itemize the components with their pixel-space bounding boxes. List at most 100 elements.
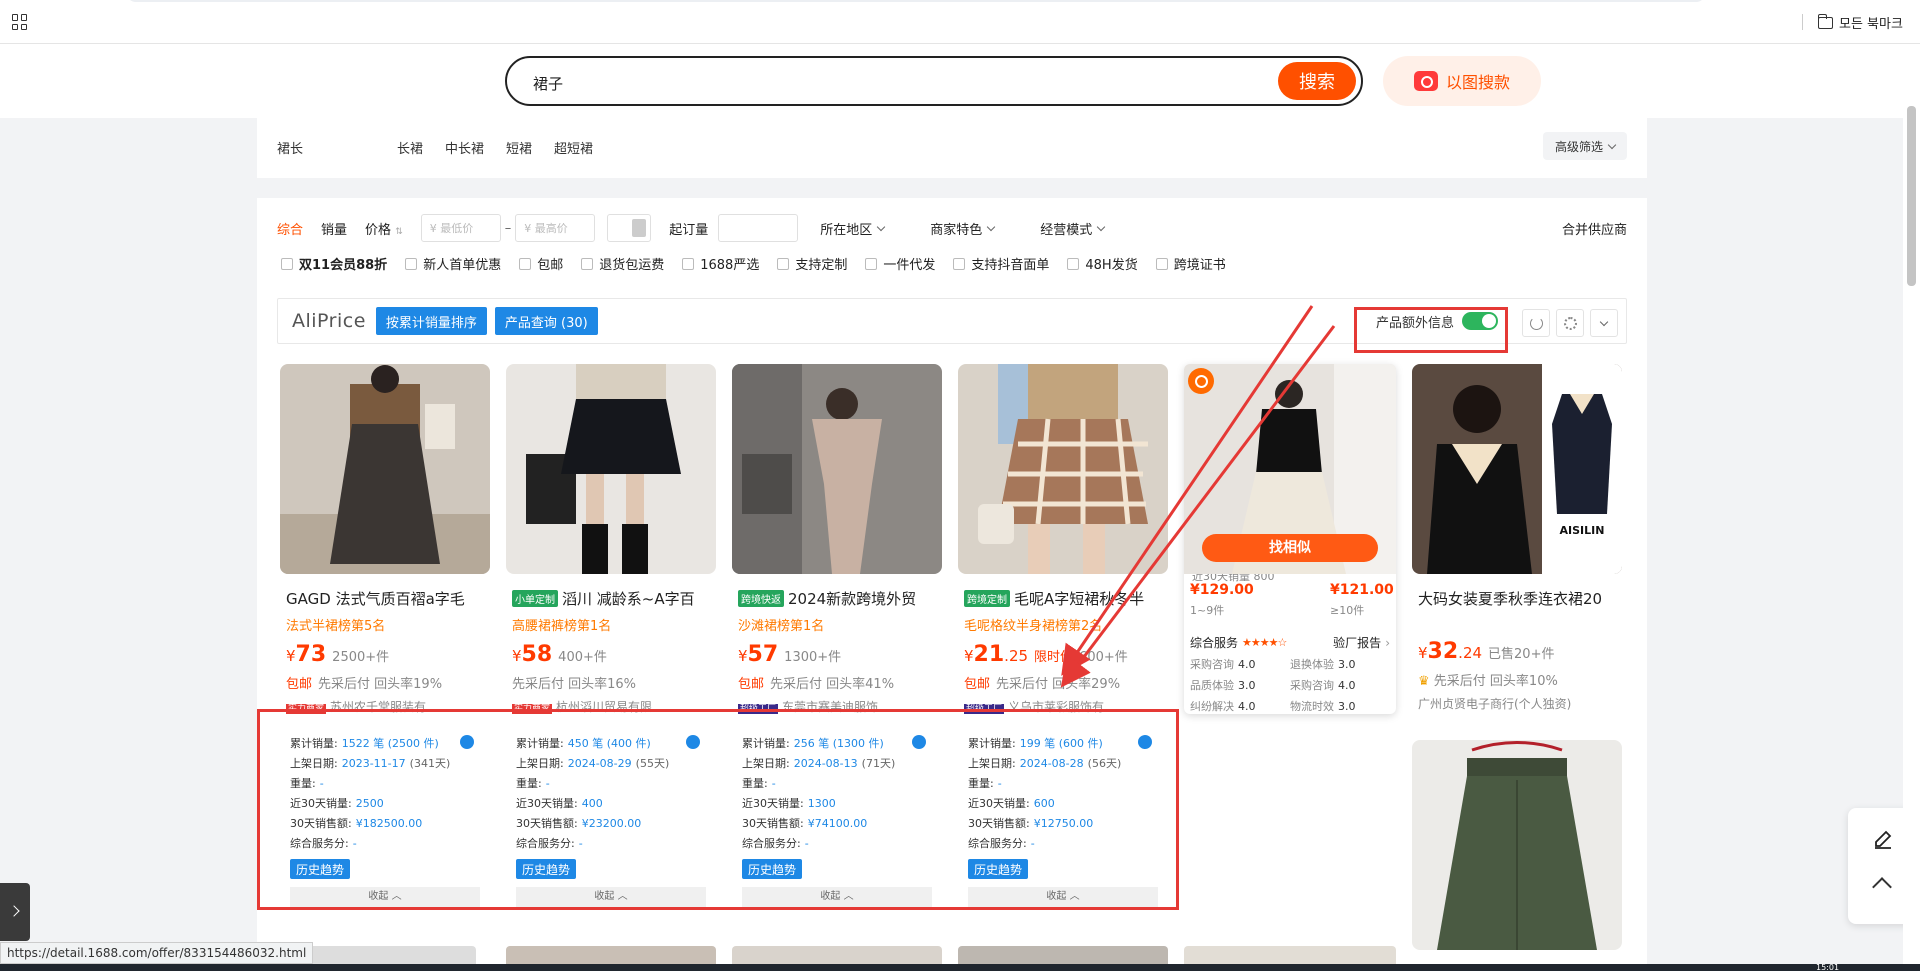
product-image[interactable]: AISILIN bbox=[1412, 364, 1622, 574]
product-title[interactable]: 跨境定制 毛呢A字短裙秋冬半 bbox=[958, 588, 1163, 609]
product-rank[interactable]: 法式半裙榜第5名 bbox=[280, 615, 490, 634]
moq-input[interactable] bbox=[718, 214, 799, 242]
product-card-partial[interactable] bbox=[732, 946, 942, 964]
checkbox[interactable] bbox=[1155, 257, 1168, 270]
length-option-midi[interactable]: 中长裙 bbox=[445, 138, 484, 157]
sort-price[interactable]: 价格 ⇅ bbox=[365, 219, 403, 238]
checkbox[interactable] bbox=[682, 257, 695, 270]
product-image[interactable] bbox=[280, 364, 490, 574]
shop-name[interactable]: 超级工厂 东莞市赛美迪服饰 bbox=[732, 698, 942, 714]
product-title[interactable]: 跨境快返 2024新款跨境外贸 bbox=[732, 588, 937, 609]
find-similar-button[interactable]: 找相似 bbox=[1202, 534, 1378, 562]
advanced-filter-button[interactable]: 高级筛选 bbox=[1542, 132, 1627, 160]
filter-douyin[interactable]: 支持抖音面单 bbox=[953, 254, 1049, 273]
product-image[interactable]: 找相似 bbox=[1184, 364, 1396, 574]
all-bookmarks-button[interactable]: 모든 북마크 bbox=[1817, 13, 1903, 32]
chat-icon[interactable] bbox=[460, 735, 474, 749]
product-card-partial[interactable] bbox=[1184, 946, 1396, 964]
product-image[interactable] bbox=[958, 364, 1168, 574]
collapse-button[interactable]: 收起 ︿ bbox=[742, 887, 932, 907]
collapse-button[interactable]: 收起 ︿ bbox=[290, 887, 480, 907]
checkbox[interactable] bbox=[777, 257, 790, 270]
settings-button[interactable] bbox=[1556, 309, 1584, 337]
shop-name[interactable]: 广州贞贤电子商行(个人独资) bbox=[1412, 695, 1622, 711]
product-title[interactable]: 小单定制 滔川 减龄系~A字百 bbox=[506, 588, 711, 609]
product-query-button[interactable]: 产品查询 (30) bbox=[494, 307, 598, 335]
apps-grid-icon[interactable] bbox=[12, 14, 28, 30]
magnify-icon[interactable] bbox=[1188, 368, 1214, 394]
product-title[interactable]: 大码女装夏季秋季连衣裙20 bbox=[1412, 588, 1617, 609]
checkbox[interactable] bbox=[953, 257, 966, 270]
chat-icon[interactable] bbox=[1138, 735, 1152, 749]
search-input[interactable]: 裙子 搜索 bbox=[505, 56, 1363, 106]
product-card[interactable]: AISILIN 大码女装夏季秋季连衣裙20 ¥32.24 已售20+件 ♛ 先采后… bbox=[1412, 364, 1622, 711]
min-price-input[interactable]: ¥ 最低价 bbox=[420, 214, 501, 242]
extra-info-toggle[interactable]: 产品额外信息 bbox=[1366, 303, 1508, 339]
checkbox[interactable] bbox=[865, 257, 878, 270]
length-option-mini[interactable]: 超短裙 bbox=[554, 138, 593, 157]
history-trend-button[interactable]: 历史趋势 bbox=[290, 859, 351, 879]
factory-report-link[interactable]: 验厂报告 bbox=[1333, 634, 1381, 651]
history-trend-button[interactable]: 历史趋势 bbox=[968, 859, 1029, 879]
chat-icon[interactable] bbox=[686, 735, 700, 749]
search-button[interactable]: 搜索 bbox=[1278, 62, 1356, 100]
product-image[interactable] bbox=[732, 364, 942, 574]
merge-supplier-option[interactable]: 合并供应商 bbox=[1562, 219, 1627, 238]
product-rank[interactable]: 高腰裙裤榜第1名 bbox=[506, 615, 716, 634]
shop-name[interactable]: 超级工厂 义乌市莱彩服饰有 bbox=[958, 698, 1168, 714]
product-title[interactable]: GAGD 法式气质百褶a字毛 bbox=[280, 588, 485, 609]
length-option-short[interactable]: 短裙 bbox=[506, 138, 532, 157]
checkbox[interactable] bbox=[1067, 257, 1080, 270]
filter-custom[interactable]: 支持定制 bbox=[777, 254, 847, 273]
product-card-partial[interactable] bbox=[506, 946, 716, 964]
filter-crossborder-cert[interactable]: 跨境证书 bbox=[1155, 254, 1226, 273]
product-card-partial[interactable] bbox=[958, 946, 1168, 964]
image-search-button[interactable]: 以图搜款 bbox=[1383, 56, 1541, 106]
product-card[interactable]: 跨境快返 2024新款跨境外贸 沙滩裙榜第1名 ¥57 1300+件 包邮 先采后付 … bbox=[732, 364, 942, 714]
product-card-partial[interactable] bbox=[290, 946, 476, 964]
region-dropdown[interactable]: 所在地区 bbox=[820, 219, 886, 238]
product-card[interactable]: GAGD 法式气质百褶a字毛 法式半裙榜第5名 ¥73 2500+件 包邮 先采后付… bbox=[280, 364, 490, 714]
product-image[interactable] bbox=[506, 364, 716, 574]
checkbox[interactable] bbox=[405, 257, 418, 270]
collapse-button[interactable]: 收起 ︿ bbox=[968, 887, 1158, 907]
refresh-button[interactable] bbox=[1522, 309, 1550, 337]
product-rank[interactable]: 沙滩裙榜第1名 bbox=[732, 615, 942, 634]
collapse-toolbar-button[interactable] bbox=[1590, 309, 1618, 337]
sort-sales[interactable]: 销量 bbox=[321, 219, 347, 238]
checkbox[interactable] bbox=[519, 257, 532, 270]
checkbox[interactable] bbox=[281, 257, 293, 270]
address-bar[interactable] bbox=[126, 0, 1706, 2]
filter-return-shipping[interactable]: 退货包运费 bbox=[581, 254, 664, 273]
checkbox[interactable] bbox=[581, 257, 594, 270]
side-expand-tab[interactable] bbox=[0, 883, 30, 941]
scrollbar-thumb[interactable] bbox=[1907, 106, 1916, 286]
edit-icon[interactable] bbox=[1872, 828, 1894, 850]
filter-48h[interactable]: 48H发货 bbox=[1067, 254, 1138, 273]
product-card[interactable]: 跨境定制 毛呢A字短裙秋冬半 毛呢格纹半身裙榜第2名 ¥21.25 限时价 600+件… bbox=[958, 364, 1168, 714]
price-confirm-toggle[interactable] bbox=[607, 214, 652, 242]
back-to-top-icon[interactable] bbox=[1872, 877, 1892, 897]
length-option-long[interactable]: 长裙 bbox=[397, 138, 423, 157]
history-trend-button[interactable]: 历史趋势 bbox=[742, 859, 803, 879]
chat-icon[interactable] bbox=[912, 735, 926, 749]
history-trend-button[interactable]: 历史趋势 bbox=[516, 859, 577, 879]
max-price-input[interactable]: ¥ 最高价 bbox=[515, 214, 596, 242]
shop-name[interactable]: 实力商家 杭州滔川贸易有限 bbox=[506, 698, 716, 714]
filter-1688-select[interactable]: 1688严选 bbox=[682, 254, 759, 273]
hovered-product-card[interactable]: 找相似 近30天销量 800 ¥129.00 1~9件 ¥121.00 ≥10件… bbox=[1184, 364, 1396, 714]
product-rank[interactable]: 毛呢格纹半身裙榜第2名 bbox=[958, 615, 1168, 634]
filter-dropship[interactable]: 一件代发 bbox=[865, 254, 935, 273]
features-dropdown[interactable]: 商家特色 bbox=[930, 219, 996, 238]
filter-free-shipping[interactable]: 包邮 bbox=[519, 254, 563, 273]
filter-new-user[interactable]: 新人首单优惠 bbox=[405, 254, 501, 273]
product-card[interactable]: 小单定制 滔川 减龄系~A字百 高腰裙裤榜第1名 ¥58 400+件 先采后付 回头… bbox=[506, 364, 716, 714]
mode-dropdown[interactable]: 经营模式 bbox=[1040, 219, 1106, 238]
sort-default[interactable]: 综合 bbox=[277, 219, 303, 238]
sort-by-sales-button[interactable]: 按累计销量排序 bbox=[375, 307, 487, 335]
product-card[interactable] bbox=[1412, 740, 1622, 950]
product-image[interactable] bbox=[1412, 740, 1622, 950]
scrollbar[interactable] bbox=[1903, 44, 1920, 971]
collapse-button[interactable]: 收起 ︿ bbox=[516, 887, 706, 907]
extra-info-switch[interactable] bbox=[1462, 312, 1498, 330]
